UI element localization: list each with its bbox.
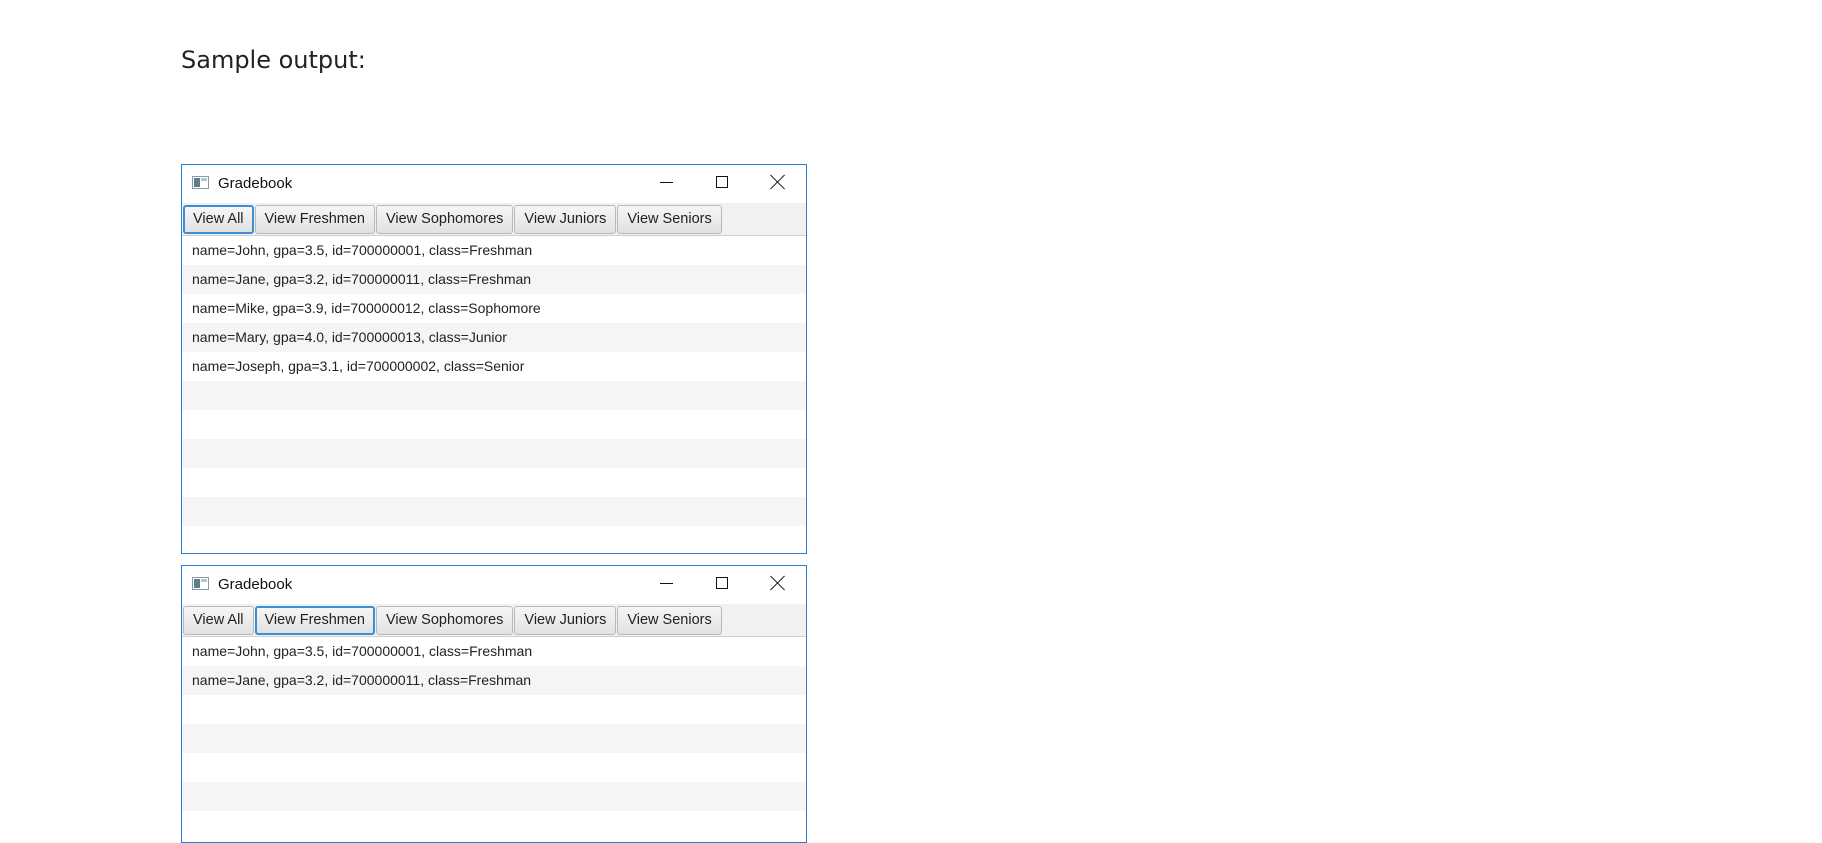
list-item[interactable]: name=John, gpa=3.5, id=700000001, class=… — [182, 637, 806, 666]
gradebook-window-freshmen: Gradebook View All View Freshmen View So… — [181, 565, 807, 843]
list-item[interactable]: name=Jane, gpa=3.2, id=700000011, class=… — [182, 265, 806, 294]
view-sophomores-button[interactable]: View Sophomores — [375, 204, 514, 234]
list-item-empty — [182, 439, 806, 468]
student-list[interactable]: name=John, gpa=3.5, id=700000001, class=… — [182, 236, 806, 553]
list-item[interactable]: name=Jane, gpa=3.2, id=700000011, class=… — [182, 666, 806, 695]
list-item[interactable]: name=Mike, gpa=3.9, id=700000012, class=… — [182, 294, 806, 323]
minimize-button[interactable] — [638, 165, 694, 199]
maximize-icon — [716, 176, 728, 188]
list-item[interactable]: name=Joseph, gpa=3.1, id=700000002, clas… — [182, 352, 806, 381]
view-seniors-button[interactable]: View Seniors — [617, 204, 722, 234]
view-all-button[interactable]: View All — [183, 605, 254, 635]
view-juniors-button[interactable]: View Juniors — [514, 605, 617, 635]
maximize-icon — [716, 577, 728, 589]
view-freshmen-button[interactable]: View Freshmen — [254, 204, 375, 234]
close-icon — [770, 575, 786, 591]
close-button[interactable] — [750, 566, 806, 600]
list-item-empty — [182, 724, 806, 753]
gradebook-window-all: Gradebook View All View Freshmen View So… — [181, 164, 807, 554]
window-title: Gradebook — [218, 576, 293, 593]
minimize-button[interactable] — [638, 566, 694, 600]
student-list[interactable]: name=John, gpa=3.5, id=700000001, class=… — [182, 637, 806, 840]
list-item-empty — [182, 381, 806, 410]
maximize-button[interactable] — [694, 165, 750, 199]
button-bar: View All View Freshmen View Sophomores V… — [182, 203, 806, 236]
list-item-empty — [182, 526, 806, 553]
view-seniors-button[interactable]: View Seniors — [617, 605, 722, 635]
sample-output-caption: Sample output: — [181, 46, 366, 74]
list-item-empty — [182, 468, 806, 497]
list-item-empty — [182, 782, 806, 811]
window-title: Gradebook — [218, 175, 293, 192]
close-icon — [770, 174, 786, 190]
title-bar[interactable]: Gradebook — [182, 165, 806, 203]
minimize-icon — [659, 582, 673, 584]
app-icon — [192, 176, 209, 189]
title-bar[interactable]: Gradebook — [182, 566, 806, 604]
list-item-empty — [182, 811, 806, 840]
maximize-button[interactable] — [694, 566, 750, 600]
view-all-button[interactable]: View All — [183, 204, 254, 234]
view-juniors-button[interactable]: View Juniors — [514, 204, 617, 234]
list-item-empty — [182, 497, 806, 526]
view-sophomores-button[interactable]: View Sophomores — [375, 605, 514, 635]
list-item[interactable]: name=Mary, gpa=4.0, id=700000013, class=… — [182, 323, 806, 352]
list-item-empty — [182, 695, 806, 724]
list-item[interactable]: name=John, gpa=3.5, id=700000001, class=… — [182, 236, 806, 265]
button-bar: View All View Freshmen View Sophomores V… — [182, 604, 806, 637]
list-item-empty — [182, 753, 806, 782]
page: Sample output: Gradebook View All View F… — [0, 0, 1822, 843]
list-item-empty — [182, 410, 806, 439]
close-button[interactable] — [750, 165, 806, 199]
minimize-icon — [659, 181, 673, 183]
view-freshmen-button[interactable]: View Freshmen — [254, 605, 375, 635]
app-icon — [192, 577, 209, 590]
